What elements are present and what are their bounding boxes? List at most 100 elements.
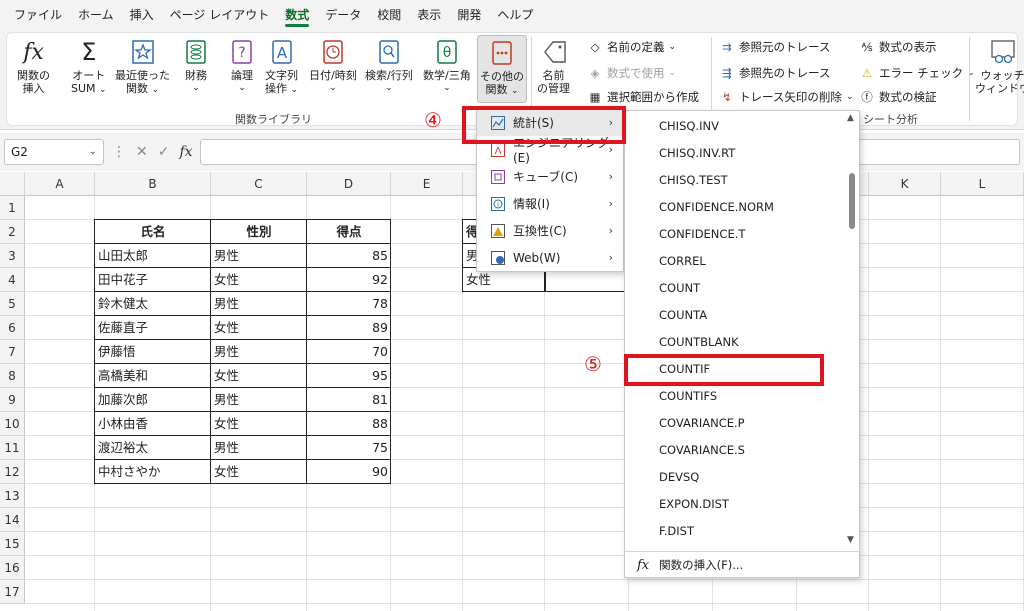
row-header[interactable]: 4 [0, 268, 25, 292]
math-button[interactable]: θ 数学/三角 ⌄ [423, 37, 471, 95]
tab-view[interactable]: 表示 [409, 0, 449, 30]
column-header[interactable]: L [941, 172, 1024, 196]
table-cell[interactable]: 89 [307, 316, 391, 340]
submenu-item-chisq-test[interactable]: CHISQ.TEST [625, 167, 845, 194]
row-header[interactable]: 13 [0, 484, 25, 508]
logical-button[interactable]: ? 論理 ⌄ [229, 37, 255, 95]
tab-review[interactable]: 校閲 [369, 0, 409, 30]
tab-file[interactable]: ファイル [6, 0, 70, 30]
row-header[interactable]: 10 [0, 412, 25, 436]
tab-data[interactable]: データ [317, 0, 369, 30]
recent-functions-button[interactable]: 最近使った 関数 ⌄ [115, 37, 170, 97]
table-header-cell[interactable]: 氏名 [95, 220, 211, 244]
error-check-button[interactable]: ⚠ エラー チェック ⌄ [859, 65, 975, 81]
row-header[interactable]: 16 [0, 556, 25, 580]
submenu-item-confidence-t[interactable]: CONFIDENCE.T [625, 221, 845, 248]
submenu-item-covariance-s[interactable]: COVARIANCE.S [625, 437, 845, 464]
table-cell[interactable]: 男性 [211, 436, 307, 460]
table-cell[interactable]: 88 [307, 412, 391, 436]
table-cell[interactable]: 小林由香 [95, 412, 211, 436]
table-cell[interactable]: 92 [307, 268, 391, 292]
row-header[interactable]: 5 [0, 292, 25, 316]
table-cell[interactable]: 78 [307, 292, 391, 316]
menu-item-web[interactable]: Web(W) › [477, 244, 623, 271]
column-header[interactable]: B [95, 172, 211, 196]
row-header[interactable]: 6 [0, 316, 25, 340]
row-header[interactable]: 15 [0, 532, 25, 556]
table-cell[interactable]: 伊藤悟 [95, 340, 211, 364]
show-formulas-button[interactable]: ⅍ 数式の表示 [859, 39, 937, 55]
column-header[interactable]: K [869, 172, 941, 196]
submenu-item-correl[interactable]: CORREL [625, 248, 845, 275]
menu-item-compatibility[interactable]: 互換性(C) › [477, 217, 623, 244]
tab-home[interactable]: ホーム [70, 0, 122, 30]
row-header[interactable]: 3 [0, 244, 25, 268]
submenu-item-counta[interactable]: COUNTA [625, 302, 845, 329]
scroll-up-icon[interactable]: ▲ [847, 113, 854, 123]
row-header[interactable]: 7 [0, 340, 25, 364]
table-cell[interactable]: 男性 [211, 292, 307, 316]
submenu-item-expon-dist[interactable]: EXPON.DIST [625, 491, 845, 518]
submenu-item-chisq-inv-rt[interactable]: CHISQ.INV.RT [625, 140, 845, 167]
submenu-item-devsq[interactable]: DEVSQ [625, 464, 845, 491]
submenu-item-chisq-inv[interactable]: CHISQ.INV [625, 113, 845, 140]
submenu-item-count[interactable]: COUNT [625, 275, 845, 302]
table-cell[interactable]: 70 [307, 340, 391, 364]
chevron-down-icon[interactable]: ⌄ [89, 140, 97, 164]
submenu-scrollbar[interactable]: ▲ ▼ [845, 111, 859, 551]
table-cell[interactable]: 渡辺裕太 [95, 436, 211, 460]
insert-function-menu-item[interactable]: fx 関数の挿入(F)... [625, 551, 859, 578]
table-cell[interactable]: 95 [307, 364, 391, 388]
tab-help[interactable]: ヘルプ [489, 0, 541, 30]
row-header[interactable]: 12 [0, 460, 25, 484]
watch-window-button[interactable]: ウォッチ ウィンドウ [975, 37, 1024, 95]
table-cell[interactable]: 81 [307, 388, 391, 412]
table-cell[interactable]: 90 [307, 460, 391, 484]
remove-arrows-button[interactable]: ↯ トレース矢印の削除 ⌄ [719, 89, 853, 105]
tab-page-layout[interactable]: ページ レイアウト [162, 0, 278, 30]
table-cell[interactable]: 75 [307, 436, 391, 460]
row-header[interactable]: 17 [0, 580, 25, 604]
create-from-selection-button[interactable]: ▦ 選択範囲から作成 [587, 89, 699, 105]
datetime-button[interactable]: 日付/時刻 ⌄ [309, 37, 357, 95]
trace-precedents-button[interactable]: ⇉ 参照元のトレース [719, 39, 830, 55]
table-cell[interactable]: 山田太郎 [95, 244, 211, 268]
scroll-thumb[interactable] [849, 173, 855, 229]
table-cell[interactable]: 佐藤直子 [95, 316, 211, 340]
column-header[interactable]: D [307, 172, 391, 196]
more-functions-button[interactable]: その他の 関数 ⌄ [477, 35, 527, 103]
tab-formulas[interactable]: 数式 [277, 0, 317, 30]
name-box[interactable]: G2 ⌄ [4, 139, 104, 165]
use-in-formula-button[interactable]: ◈ 数式で使用 ⌄ [587, 65, 676, 81]
text-button[interactable]: A 文字列 操作 ⌄ [265, 37, 298, 97]
row-header[interactable]: 9 [0, 388, 25, 412]
table-cell[interactable]: 田中花子 [95, 268, 211, 292]
table-cell[interactable]: 高橋美和 [95, 364, 211, 388]
column-header[interactable]: C [211, 172, 307, 196]
table-header-cell[interactable]: 性別 [211, 220, 307, 244]
cancel-icon[interactable]: ✕ [136, 144, 148, 160]
tab-developer[interactable]: 開発 [449, 0, 489, 30]
tab-insert[interactable]: 挿入 [122, 0, 162, 30]
table-header-cell[interactable]: 得点 [307, 220, 391, 244]
table-cell[interactable]: 中村さやか [95, 460, 211, 484]
column-header[interactable]: E [391, 172, 463, 196]
row-header[interactable]: 11 [0, 436, 25, 460]
table-cell[interactable]: 鈴木健太 [95, 292, 211, 316]
financial-button[interactable]: 財務 ⌄ [183, 37, 209, 95]
table-cell[interactable]: 女性 [211, 460, 307, 484]
scroll-down-icon[interactable]: ▼ [847, 535, 854, 545]
row-header[interactable]: 1 [0, 196, 25, 220]
row-header[interactable]: 2 [0, 220, 25, 244]
lookup-button[interactable]: 検索/行列 ⌄ [365, 37, 413, 95]
autosum-button[interactable]: Σ オート SUM ⌄ [71, 37, 107, 97]
submenu-item-covariance-p[interactable]: COVARIANCE.P [625, 410, 845, 437]
name-manager-button[interactable]: 名前 の管理 [537, 37, 570, 95]
table-cell[interactable]: 女性 [211, 268, 307, 292]
insert-function-button[interactable]: fx 関数の 挿入 [17, 37, 50, 95]
table-cell[interactable]: 女性 [211, 412, 307, 436]
trace-dependents-button[interactable]: ⇶ 参照先のトレース [719, 65, 830, 81]
table-cell[interactable]: 女性 [211, 364, 307, 388]
row-header[interactable]: 8 [0, 364, 25, 388]
table-cell[interactable]: 男性 [211, 388, 307, 412]
